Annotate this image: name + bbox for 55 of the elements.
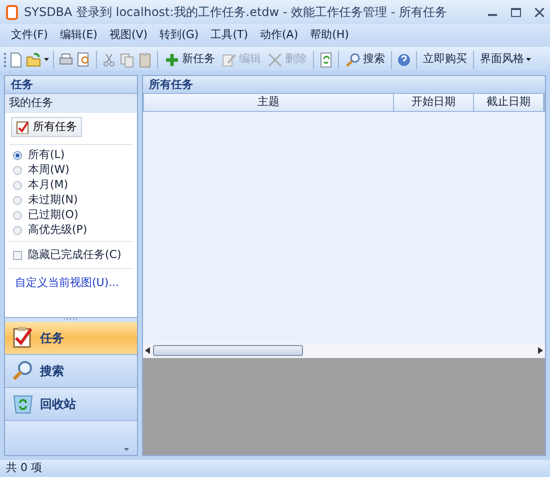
copy-icon[interactable] — [119, 52, 135, 68]
menu-item[interactable]: 动作(A) — [255, 25, 304, 46]
panel-header: 任务 — [5, 76, 137, 94]
radio-option[interactable]: 未过期(N) — [5, 193, 137, 208]
search-icon — [345, 52, 361, 68]
status-text: 共 0 项 — [6, 460, 42, 476]
menu-item[interactable]: 工具(T) — [206, 25, 253, 46]
clipboard-check-icon — [11, 326, 35, 350]
menu-item[interactable]: 文件(F) — [6, 25, 53, 46]
toolbar-button[interactable]: 立即购买 — [421, 50, 469, 69]
radio-option[interactable]: 本月(M) — [5, 178, 137, 193]
window-title: SYSDBA 登录到 localhost:我的工作任务.etdw - 效能工作任务管理 - 所有任务 — [24, 4, 448, 21]
toolbar-button[interactable]: 搜索 — [343, 50, 387, 69]
section-header: 我的任务 — [5, 94, 137, 112]
column-header[interactable]: 主题 — [144, 94, 394, 111]
panel-header: 所有任务 — [143, 76, 545, 94]
toolbar-button[interactable]: 新任务 — [162, 50, 217, 69]
radio-option[interactable]: 本周(W) — [5, 163, 137, 178]
menu-item[interactable]: 编辑(E) — [54, 25, 102, 46]
radio-option[interactable]: 所有(L) — [5, 148, 137, 163]
chevron-down-icon[interactable] — [124, 448, 129, 451]
folder-icon[interactable] — [26, 52, 42, 68]
radio-option[interactable]: 高优先级(P) — [5, 223, 137, 238]
menu-item[interactable]: 视图(V) — [104, 25, 153, 46]
pencil-icon — [221, 52, 237, 68]
customize-link[interactable]: 自定义当前视图(U)... — [5, 274, 130, 291]
plus-icon — [164, 52, 180, 68]
clipboard-icon[interactable] — [137, 52, 153, 68]
maximize-icon[interactable] — [511, 8, 521, 16]
menu-item[interactable]: 转到(G) — [154, 25, 204, 46]
checkbox-option[interactable]: 隐藏已完成任务(C) — [5, 248, 137, 263]
app-icon — [6, 4, 18, 20]
nav-button[interactable]: 任务 — [5, 322, 137, 356]
column-header[interactable]: 截止日期 — [474, 94, 544, 111]
dropdown-caret-icon — [44, 58, 49, 61]
cross-icon — [267, 52, 283, 68]
nav-button[interactable]: 回收站 — [5, 388, 137, 422]
scroll-right-icon[interactable] — [538, 347, 543, 354]
menu-item[interactable]: 帮助(H) — [305, 25, 354, 46]
clipboard-check-icon — [16, 120, 30, 134]
column-header[interactable]: 开始日期 — [394, 94, 474, 111]
printer-icon[interactable] — [58, 52, 74, 68]
caret-icon — [526, 58, 531, 61]
document-icon[interactable] — [8, 52, 24, 68]
scroll-left-icon[interactable] — [145, 347, 150, 354]
scissors-icon[interactable] — [101, 52, 117, 68]
radio-option[interactable]: 已过期(O) — [5, 208, 137, 223]
close-icon[interactable] — [535, 8, 544, 16]
view-button[interactable]: 所有任务 — [11, 116, 82, 137]
help-icon[interactable] — [396, 52, 412, 68]
toolbar-button[interactable]: 界面风格 — [478, 50, 533, 69]
splitter-grip-icon[interactable] — [64, 318, 78, 322]
horizontal-scrollbar[interactable] — [143, 343, 545, 358]
nav-button[interactable]: 搜索 — [5, 355, 137, 388]
refresh-icon[interactable] — [318, 52, 334, 68]
